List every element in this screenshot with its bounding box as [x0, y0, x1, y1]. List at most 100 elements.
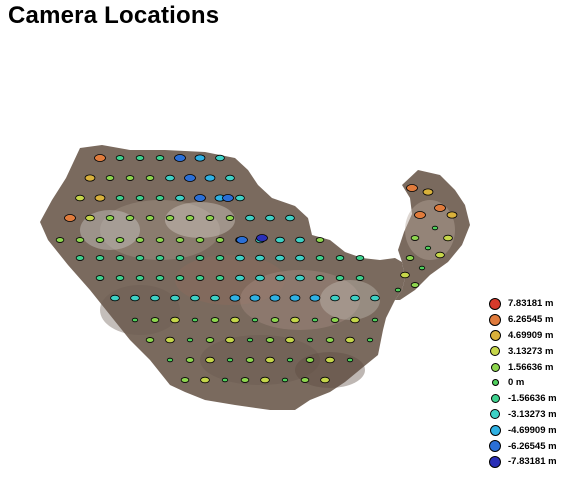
camera-marker[interactable]: [150, 317, 160, 323]
camera-marker[interactable]: [191, 317, 199, 323]
camera-marker[interactable]: [320, 376, 330, 384]
camera-marker[interactable]: [226, 357, 234, 363]
camera-marker[interactable]: [195, 237, 205, 243]
camera-marker[interactable]: [165, 174, 175, 182]
camera-marker[interactable]: [424, 245, 432, 251]
camera-marker[interactable]: [175, 255, 185, 261]
camera-marker[interactable]: [135, 237, 145, 243]
camera-marker[interactable]: [300, 377, 310, 383]
camera-marker[interactable]: [125, 215, 135, 221]
camera-marker[interactable]: [145, 175, 155, 181]
camera-marker[interactable]: [155, 155, 165, 161]
camera-marker[interactable]: [135, 155, 145, 161]
camera-marker[interactable]: [95, 255, 105, 261]
camera-marker[interactable]: [55, 237, 65, 243]
camera-marker[interactable]: [315, 275, 325, 281]
camera-marker[interactable]: [200, 376, 210, 384]
camera-marker[interactable]: [205, 356, 215, 364]
camera-marker[interactable]: [165, 215, 175, 221]
camera-marker[interactable]: [94, 154, 106, 162]
camera-marker[interactable]: [145, 215, 155, 221]
camera-marker[interactable]: [145, 337, 155, 343]
camera-marker[interactable]: [180, 377, 190, 383]
camera-marker[interactable]: [246, 337, 254, 343]
camera-marker[interactable]: [175, 275, 185, 281]
camera-marker[interactable]: [195, 275, 205, 281]
camera-marker[interactable]: [260, 376, 270, 384]
camera-marker[interactable]: [285, 336, 295, 344]
camera-marker[interactable]: [215, 237, 225, 243]
camera-marker[interactable]: [410, 235, 420, 241]
camera-marker[interactable]: [394, 287, 402, 293]
camera-marker[interactable]: [295, 236, 305, 244]
camera-marker[interactable]: [115, 275, 125, 281]
camera-marker[interactable]: [335, 255, 345, 261]
camera-marker[interactable]: [205, 215, 215, 221]
camera-marker[interactable]: [414, 211, 426, 219]
camera-marker[interactable]: [131, 317, 139, 323]
camera-marker[interactable]: [75, 255, 85, 261]
camera-marker[interactable]: [205, 337, 215, 343]
camera-marker[interactable]: [215, 275, 225, 281]
camera-marker[interactable]: [222, 194, 234, 202]
camera-marker[interactable]: [290, 316, 300, 324]
camera-marker[interactable]: [269, 294, 281, 302]
camera-marker[interactable]: [371, 317, 379, 323]
camera-marker[interactable]: [194, 154, 206, 162]
camera-marker[interactable]: [245, 357, 255, 363]
camera-marker[interactable]: [215, 255, 225, 261]
camera-marker[interactable]: [265, 356, 275, 364]
camera-marker[interactable]: [94, 194, 106, 202]
camera-marker[interactable]: [115, 237, 125, 243]
camera-marker[interactable]: [235, 254, 245, 262]
camera-marker[interactable]: [185, 215, 195, 221]
camera-marker[interactable]: [130, 294, 140, 302]
camera-marker[interactable]: [265, 337, 275, 343]
camera-marker[interactable]: [194, 194, 206, 202]
camera-marker[interactable]: [311, 317, 319, 323]
camera-marker[interactable]: [204, 174, 216, 182]
camera-marker[interactable]: [443, 234, 453, 242]
camera-marker[interactable]: [306, 337, 314, 343]
camera-marker[interactable]: [186, 337, 194, 343]
camera-marker[interactable]: [295, 254, 305, 262]
camera-marker[interactable]: [115, 155, 125, 161]
camera-marker[interactable]: [75, 194, 85, 202]
camera-marker[interactable]: [305, 357, 315, 363]
camera-marker[interactable]: [405, 255, 415, 261]
camera-marker[interactable]: [265, 214, 275, 222]
camera-marker[interactable]: [446, 211, 458, 219]
camera-marker[interactable]: [435, 251, 445, 259]
camera-marker[interactable]: [165, 336, 175, 344]
camera-marker[interactable]: [350, 316, 360, 324]
camera-marker[interactable]: [245, 214, 255, 222]
camera-marker[interactable]: [325, 337, 335, 343]
camera-marker[interactable]: [105, 175, 115, 181]
camera-marker[interactable]: [115, 255, 125, 261]
camera-marker[interactable]: [275, 274, 285, 282]
camera-marker[interactable]: [135, 255, 145, 261]
camera-marker[interactable]: [210, 294, 220, 302]
camera-marker[interactable]: [434, 204, 446, 212]
camera-marker[interactable]: [215, 154, 225, 162]
camera-marker[interactable]: [166, 357, 174, 363]
camera-marker[interactable]: [225, 174, 235, 182]
camera-marker[interactable]: [251, 317, 259, 323]
camera-marker[interactable]: [184, 174, 196, 182]
camera-marker[interactable]: [325, 356, 335, 364]
camera-marker[interactable]: [289, 294, 301, 302]
camera-marker[interactable]: [236, 236, 248, 244]
camera-marker[interactable]: [350, 294, 360, 302]
camera-marker[interactable]: [256, 234, 268, 242]
camera-marker[interactable]: [281, 377, 289, 383]
camera-marker[interactable]: [210, 317, 220, 323]
camera-marker[interactable]: [155, 195, 165, 201]
camera-marker[interactable]: [418, 265, 426, 271]
camera-marker[interactable]: [275, 254, 285, 262]
camera-marker[interactable]: [84, 174, 96, 182]
camera-marker[interactable]: [85, 214, 95, 222]
camera-marker[interactable]: [150, 294, 160, 302]
camera-marker[interactable]: [225, 215, 235, 221]
camera-marker[interactable]: [270, 317, 280, 323]
camera-marker[interactable]: [285, 214, 295, 222]
